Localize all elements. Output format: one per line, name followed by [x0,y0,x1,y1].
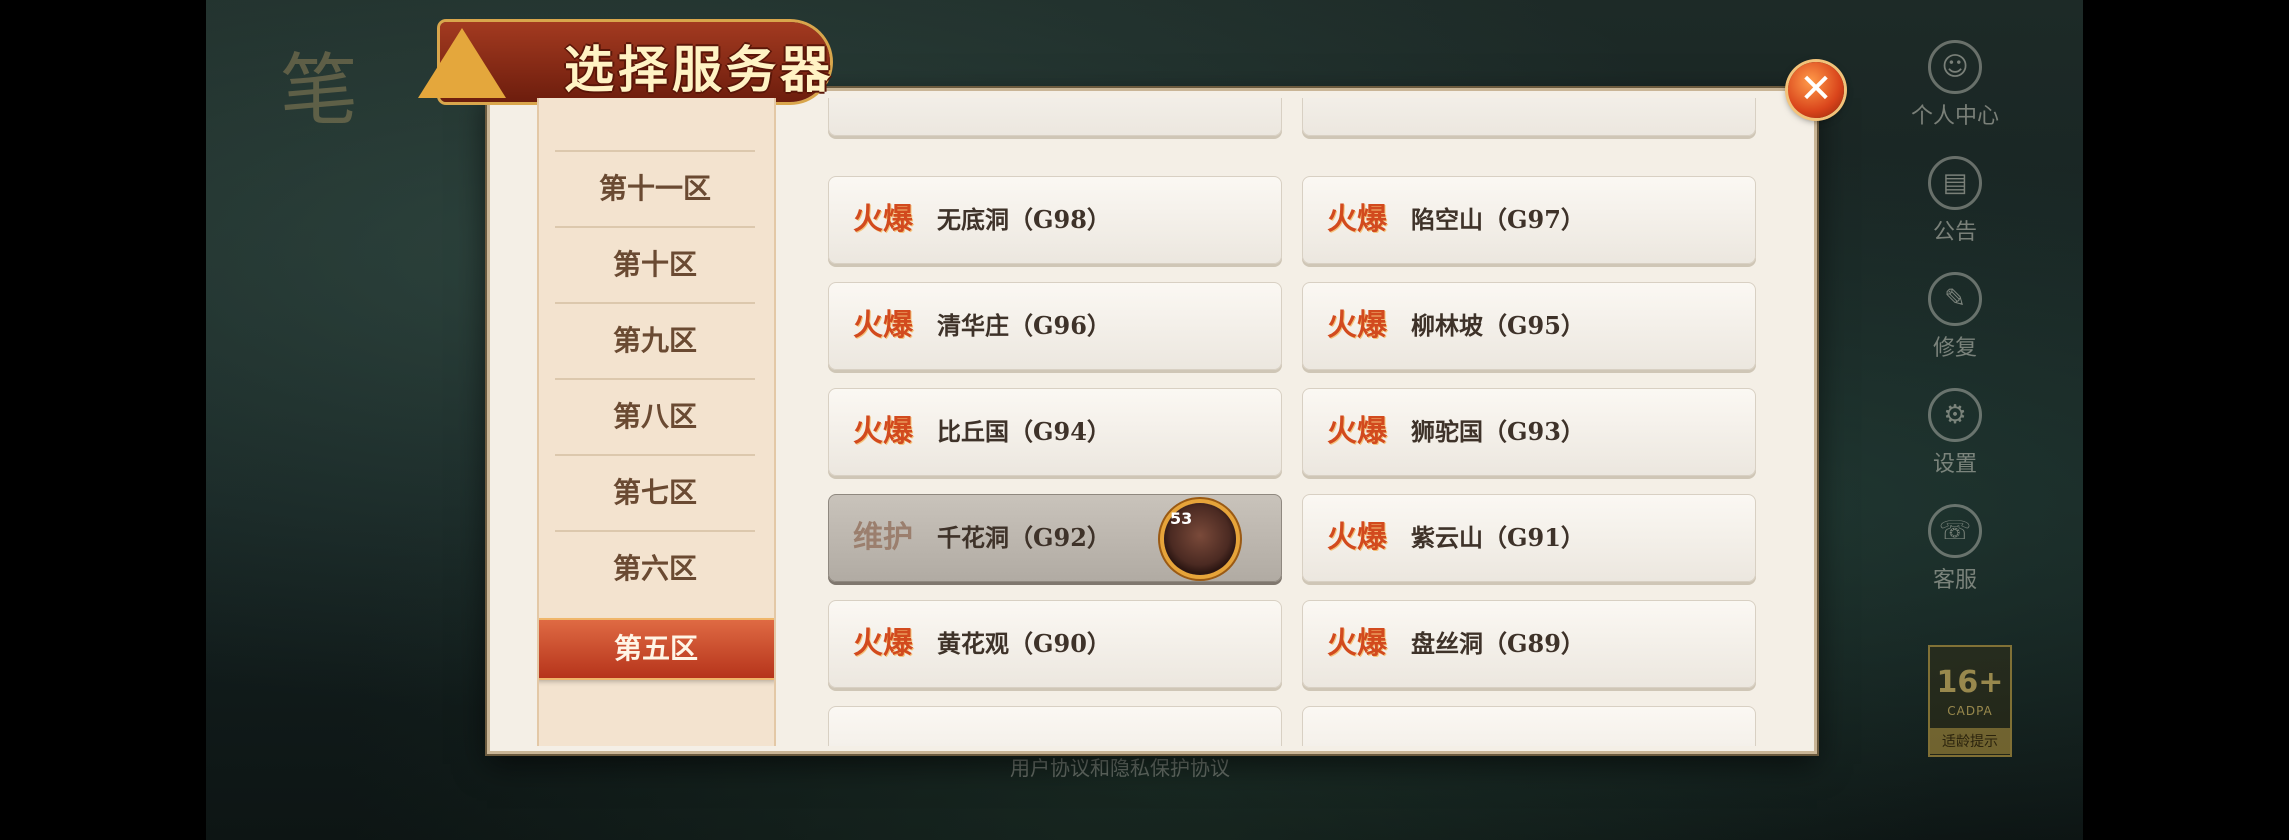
server-card[interactable]: 火爆 狮驼国（G93） [1302,388,1756,476]
character-avatar: 53 [1164,503,1236,575]
close-button[interactable]: ✕ [1788,62,1844,118]
server-name: 柳林坡（G95） [1411,311,1585,340]
server-card-partial[interactable] [828,98,1282,136]
zone-item[interactable]: 第九区 [555,302,755,378]
server-list[interactable]: 火爆 无底洞（G98） 火爆 陷空山（G97） 火爆 清华庄（G96） 火爆 柳… [820,98,1770,746]
server-status: 火爆 [853,414,913,449]
game-logo-watermark: 笔 [280,46,365,136]
notice-icon: ▤ [1928,156,1982,210]
gear-icon: ⚙ [1928,388,1982,442]
zone-label: 第八区 [612,400,697,433]
server-status: 火爆 [1327,626,1387,661]
server-card[interactable]: 火爆 盘丝洞（G89） [1302,600,1756,688]
dialog-title: 选择服务器 [564,40,834,99]
agreement-link[interactable]: 用户协议和隐私保护协议 [1010,752,1230,781]
age-rating-tip: 适龄提示 [1930,728,2010,754]
side-item-repair[interactable]: ✎ 修复 [1895,272,2015,362]
mountain-icon [418,28,506,98]
zone-label: 第七区 [612,476,697,509]
server-card[interactable]: 火爆 清华庄（G96） [828,282,1282,370]
zone-item[interactable]: 第十一区 [555,150,755,226]
server-card-partial[interactable] [1302,706,1756,746]
server-name: 无底洞（G98） [937,205,1111,234]
server-name: 清华庄（G96） [937,311,1111,340]
zone-item[interactable]: 第八区 [555,378,755,454]
close-icon: ✕ [1799,66,1833,112]
server-card[interactable]: 火爆 无底洞（G98） [828,176,1282,264]
server-status: 火爆 [1327,520,1387,555]
age-rating-number: 16+ [1936,665,2004,700]
zone-label: 第九区 [612,324,697,357]
age-rating-org: CADPA [1947,704,1993,718]
user-icon: ☺ [1928,40,1982,94]
support-icon: ☏ [1928,504,1982,558]
server-card[interactable]: 火爆 黄花观（G90） [828,600,1282,688]
server-name: 陷空山（G97） [1411,205,1585,234]
server-status: 火爆 [1327,202,1387,237]
server-status: 火爆 [853,202,913,237]
side-menu: ☺ 个人中心 ▤ 公告 ✎ 修复 ⚙ 设置 ☏ 客服 [1895,40,2015,620]
repair-icon: ✎ [1928,272,1982,326]
zone-item[interactable]: 第十区 [555,226,755,302]
server-card[interactable]: 火爆 紫云山（G91） [1302,494,1756,582]
server-name: 黄花观（G90） [937,629,1111,658]
server-status: 维护 [853,520,913,555]
zone-label: 第六区 [612,552,697,585]
side-item-label: 修复 [1932,336,1977,361]
zone-item-active[interactable]: 第五区 [539,620,774,678]
zone-label: 第十区 [612,248,697,281]
side-item-label: 个人中心 [1910,104,1999,129]
server-card[interactable]: 火爆 柳林坡（G95） [1302,282,1756,370]
zone-label: 第十一区 [598,172,711,205]
server-name: 比丘国（G94） [937,417,1111,446]
server-status: 火爆 [853,626,913,661]
server-card-partial[interactable] [828,706,1282,746]
side-item-notice[interactable]: ▤ 公告 [1895,156,2015,246]
server-name: 盘丝洞（G89） [1411,629,1585,658]
server-name: 狮驼国（G93） [1411,417,1585,446]
side-item-user-center[interactable]: ☺ 个人中心 [1895,40,2015,130]
server-card-maintenance[interactable]: 维护 千花洞（G92） 53 [828,494,1282,582]
zone-label: 第五区 [613,632,698,665]
side-item-settings[interactable]: ⚙ 设置 [1895,388,2015,478]
zone-item[interactable]: 第六区 [555,530,755,606]
server-status: 火爆 [1327,414,1387,449]
zone-list[interactable]: 第十一区 第十区 第九区 第八区 第七区 第六区 第五区 [537,98,776,746]
side-item-label: 设置 [1932,452,1977,477]
character-level: 53 [1170,509,1193,528]
server-card[interactable]: 火爆 陷空山（G97） [1302,176,1756,264]
side-item-label: 客服 [1932,568,1977,593]
server-name: 紫云山（G91） [1411,523,1585,552]
age-rating-badge[interactable]: 16+ CADPA 适龄提示 [1928,645,2012,757]
side-item-support[interactable]: ☏ 客服 [1895,504,2015,594]
server-card-partial[interactable] [1302,98,1756,136]
zone-item[interactable]: 第七区 [555,454,755,530]
server-status: 火爆 [1327,308,1387,343]
server-status: 火爆 [853,308,913,343]
server-name: 千花洞（G92） [937,523,1111,552]
side-item-label: 公告 [1932,220,1977,245]
server-card[interactable]: 火爆 比丘国（G94） [828,388,1282,476]
